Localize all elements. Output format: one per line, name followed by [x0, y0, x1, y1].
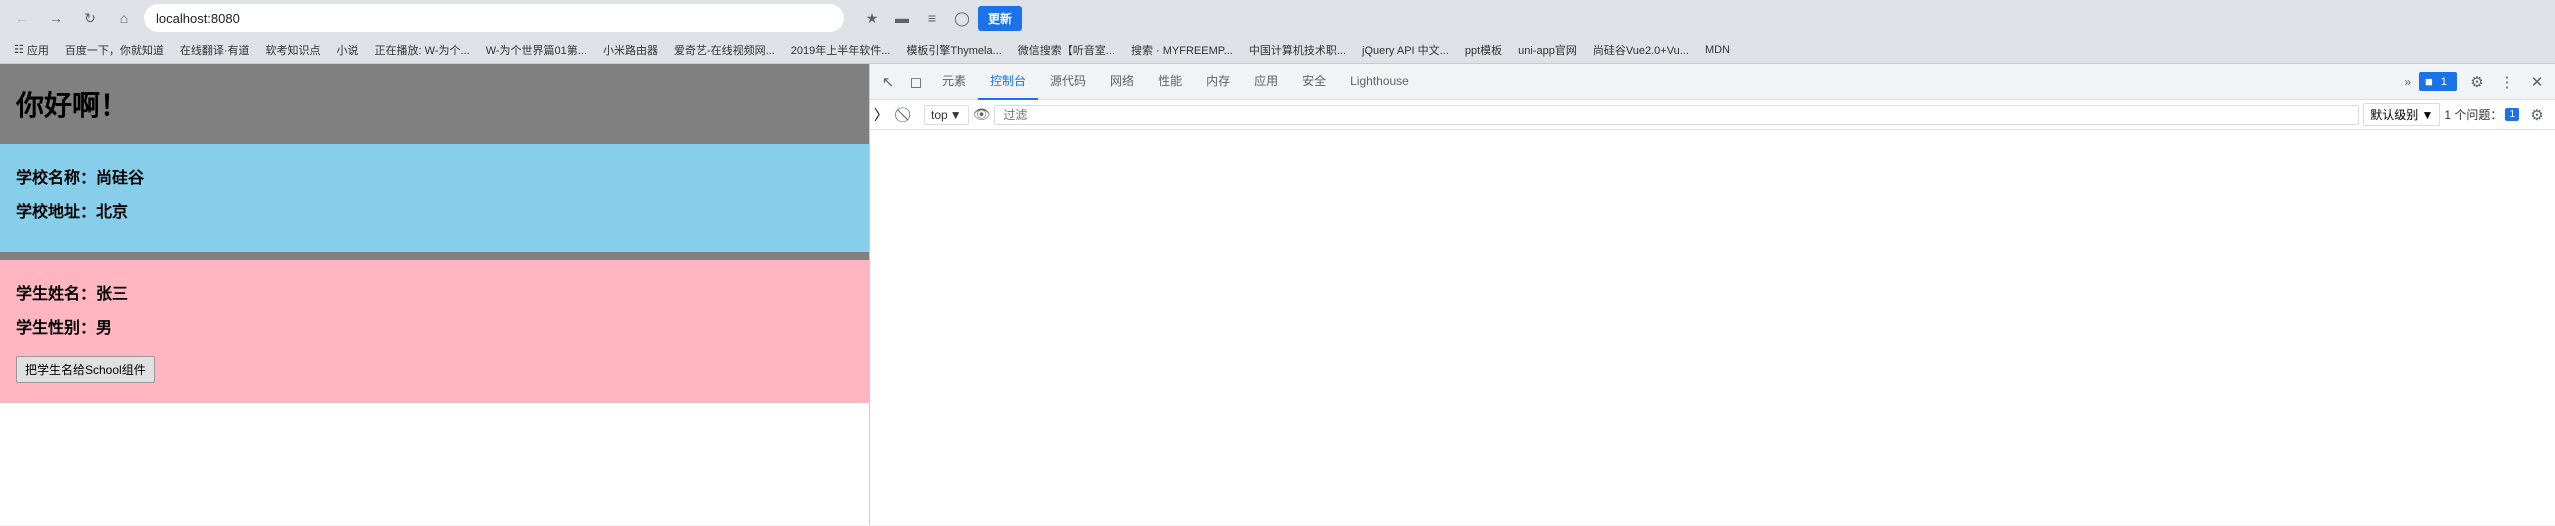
browser-right-icons: ★ ▬ ≡ ◯ 更新 — [858, 4, 1022, 32]
tab-network[interactable]: 网络 — [1098, 64, 1146, 100]
back-button[interactable]: ← — [8, 4, 36, 32]
console-ban-button[interactable]: ⃠ — [892, 101, 920, 129]
student-name-text: 学生姓名：张三 — [16, 280, 853, 304]
bookmark-uniapp[interactable]: uni-app官网 — [1512, 40, 1583, 60]
forward-button[interactable]: → — [42, 4, 70, 32]
devtools-tabs: 元素 控制台 源代码 网络 性能 内存 应用 安全 Lighthouse — [930, 64, 2396, 100]
devtools-toolbar: ↖ ◻ 元素 控制台 源代码 网络 性能 内存 应用 安全 Lighthouse… — [870, 64, 2555, 100]
bookmark-jquery[interactable]: jQuery API 中文... — [1356, 40, 1455, 60]
pass-student-button[interactable]: 把学生名给School组件 — [16, 356, 155, 383]
bookmark-vue[interactable]: 尚硅谷Vue2.0+Vu... — [1587, 40, 1695, 60]
page-greeting-section: 你好啊！ — [0, 64, 869, 144]
bookmark-baidu[interactable]: 百度一下，你就知道 — [59, 40, 170, 60]
tab-security[interactable]: 安全 — [1290, 64, 1338, 100]
tab-elements[interactable]: 元素 — [930, 64, 978, 100]
page-divider — [0, 252, 869, 260]
bookmark-ccf[interactable]: 中国计算机技术职... — [1243, 40, 1352, 60]
bookmark-iqiyi[interactable]: 爱奇艺-在线视频网... — [668, 40, 781, 60]
console-issue-count: 1 个问题： 1 — [2444, 106, 2519, 123]
message-badge: ■ 1 — [2419, 72, 2457, 91]
devtools-console-bar: 〉 ⃠ top ▼ 👁 默认级别 ▼ 1 个问题： 1 ⚙ — [870, 100, 2555, 130]
bookmark-wechat[interactable]: 微信搜索【听音室... — [1012, 40, 1121, 60]
bookmark-mdn[interactable]: MDN — [1699, 42, 1736, 58]
tab-application[interactable]: 应用 — [1242, 64, 1290, 100]
page-school-section: 学校名称：尚硅谷 学校地址：北京 — [0, 144, 869, 252]
profile-button[interactable]: ◯ — [948, 4, 976, 32]
bookmark-playing[interactable]: 正在播放: W-为个... — [369, 40, 476, 60]
school-address-text: 学校地址：北京 — [16, 198, 853, 222]
console-context-selector[interactable]: top ▼ — [924, 105, 969, 125]
device-toggle-button[interactable]: ◻ — [902, 68, 930, 96]
bookmark-myfreemp[interactable]: 搜索 · MYFREEMP... — [1125, 40, 1239, 60]
home-button[interactable]: ⌂ — [110, 4, 138, 32]
main-area: 你好啊！ 学校名称：尚硅谷 学校地址：北京 学生姓名：张三 学生性别：男 把学生… — [0, 64, 2555, 525]
devtools-panel: ↖ ◻ 元素 控制台 源代码 网络 性能 内存 应用 安全 Lighthouse… — [870, 64, 2555, 525]
devtools-content — [870, 130, 2555, 525]
extension-button[interactable]: ▬ — [888, 4, 916, 32]
devtools-settings-button[interactable]: ⚙ — [2463, 68, 2491, 96]
bookmark-novel[interactable]: 小说 — [331, 40, 365, 60]
bookmark-ppt[interactable]: ppt模板 — [1459, 40, 1508, 60]
tab-console[interactable]: 控制台 — [978, 64, 1038, 100]
tab-lighthouse[interactable]: Lighthouse — [1338, 64, 1421, 100]
browser-chrome: ← → ↻ ⌂ ★ ▬ ≡ ◯ 更新 ☷ 应用 百度一下，你就知道 在线翻译·有… — [0, 0, 2555, 64]
tab-memory[interactable]: 内存 — [1194, 64, 1242, 100]
webpage-panel: 你好啊！ 学校名称：尚硅谷 学校地址：北京 学生姓名：张三 学生性别：男 把学生… — [0, 64, 870, 525]
issue-count-badge: 1 — [2505, 108, 2519, 121]
page-greeting-text: 你好啊！ — [16, 84, 853, 124]
tab-sources[interactable]: 源代码 — [1038, 64, 1098, 100]
school-name-text: 学校名称：尚硅谷 — [16, 164, 853, 188]
update-button[interactable]: 更新 — [978, 6, 1022, 31]
devtools-close-button[interactable]: ✕ — [2523, 68, 2551, 96]
console-eye-button[interactable]: 👁 — [973, 106, 991, 123]
console-level-selector[interactable]: 默认级别 ▼ — [2363, 103, 2440, 126]
devtools-right-icons: ■ 1 ⚙ ⋮ ✕ — [2419, 68, 2551, 96]
page-student-section: 学生姓名：张三 学生性别：男 把学生名给School组件 — [0, 260, 869, 403]
bookmark-2019[interactable]: 2019年上半年软件... — [785, 40, 897, 60]
console-settings-button[interactable]: ⚙ — [2523, 101, 2551, 129]
console-filter-input[interactable] — [994, 105, 2359, 125]
refresh-button[interactable]: ↻ — [76, 4, 104, 32]
bookmark-router[interactable]: 小米路由器 — [597, 40, 664, 60]
console-chevron[interactable]: 〉 — [874, 105, 888, 125]
bookmark-exam[interactable]: 软考知识点 — [260, 40, 327, 60]
devtools-more-options-button[interactable]: ⋮ — [2493, 68, 2521, 96]
menu-button[interactable]: ≡ — [918, 4, 946, 32]
more-tabs-button[interactable]: » — [2396, 75, 2419, 89]
student-gender-text: 学生性别：男 — [16, 314, 853, 338]
apps-icon: ☷ — [14, 43, 24, 56]
bookmark-star-button[interactable]: ★ — [858, 4, 886, 32]
inspect-element-button[interactable]: ↖ — [874, 68, 902, 96]
bookmark-thymeleaf[interactable]: 模板引擎Thymela... — [900, 40, 1007, 60]
bookmark-world[interactable]: W-为个世界篇01第... — [480, 40, 593, 60]
bookmark-translate[interactable]: 在线翻译·有道 — [174, 40, 256, 60]
bookmarks-bar: ☷ 应用 百度一下，你就知道 在线翻译·有道 软考知识点 小说 正在播放: W-… — [0, 36, 2555, 64]
tab-performance[interactable]: 性能 — [1146, 64, 1194, 100]
chevron-down-icon: ▼ — [950, 108, 962, 122]
browser-titlebar: ← → ↻ ⌂ ★ ▬ ≡ ◯ 更新 — [0, 0, 2555, 36]
bookmark-apps[interactable]: ☷ 应用 — [8, 40, 55, 60]
address-bar[interactable] — [144, 4, 844, 32]
